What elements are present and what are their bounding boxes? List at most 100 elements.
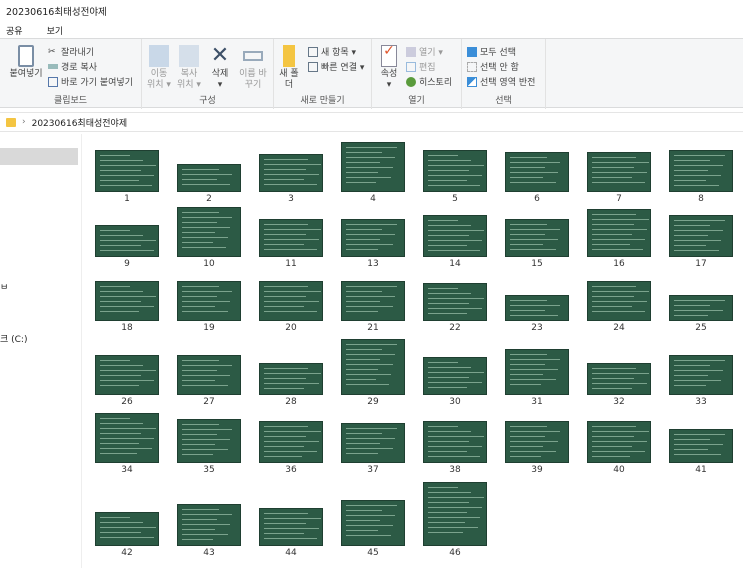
- image-thumbnail: [423, 283, 487, 321]
- image-thumbnail: [587, 363, 651, 395]
- clipboard-group: 붙여넣기 ✂ 잘라내기 경로 복사 바로 가기 붙여넣기 클립보드: [0, 39, 142, 109]
- image-thumbnail: [423, 421, 487, 463]
- move-to-button[interactable]: 이동 위치 ▾: [146, 45, 172, 91]
- breadcrumb-current[interactable]: 20230616최태성전야제: [32, 116, 128, 129]
- image-thumbnail: [177, 419, 241, 463]
- image-thumbnail: [669, 429, 733, 463]
- edit-icon: [406, 61, 416, 72]
- image-thumbnail: [95, 281, 159, 321]
- image-thumbnail: [505, 219, 569, 257]
- path-icon: [48, 64, 58, 69]
- nav-item-local-disk[interactable]: 크 (C:): [0, 332, 27, 345]
- file-name: 45: [367, 548, 379, 558]
- new-item-button[interactable]: 새 항목 ▾: [308, 45, 356, 58]
- image-thumbnail: [95, 225, 159, 257]
- file-name: 33: [695, 397, 707, 407]
- copy-to-button[interactable]: 복사 위치 ▾: [176, 45, 202, 91]
- image-thumbnail: [341, 423, 405, 463]
- image-thumbnail: [587, 209, 651, 257]
- image-thumbnail: [341, 500, 405, 546]
- image-thumbnail: [505, 152, 569, 192]
- tab-share[interactable]: 공유: [6, 24, 23, 37]
- image-thumbnail: [341, 142, 405, 192]
- file-name: 15: [531, 259, 543, 269]
- file-name: 32: [613, 397, 625, 407]
- folder-icon: [283, 45, 295, 67]
- image-thumbnail: [177, 504, 241, 546]
- delete-x-icon: ✕: [210, 43, 230, 68]
- file-name: 8: [698, 194, 704, 204]
- image-thumbnail: [341, 219, 405, 257]
- rename-button[interactable]: 이름 바꾸기: [238, 45, 268, 91]
- file-name: 34: [121, 465, 133, 475]
- delete-button[interactable]: ✕ 삭제 ▾: [208, 45, 232, 91]
- easy-access-icon: [308, 61, 318, 72]
- address-bar[interactable]: › 20230616최태성전야제: [0, 112, 743, 132]
- open-button[interactable]: 열기 ▾: [406, 45, 443, 58]
- history-button[interactable]: 히스토리: [406, 75, 452, 88]
- paste-shortcut-button[interactable]: 바로 가기 붙여넣기: [48, 75, 133, 88]
- image-thumbnail: [95, 355, 159, 395]
- scissors-icon: ✂: [48, 46, 56, 57]
- new-item-icon: [308, 46, 318, 57]
- file-name: 39: [531, 465, 543, 475]
- easy-access-button[interactable]: 빠른 연결 ▾: [308, 60, 364, 73]
- image-thumbnail: [259, 154, 323, 192]
- file-name: 16: [613, 259, 625, 269]
- invert-selection-button[interactable]: 선택 영역 반전: [467, 75, 535, 88]
- folder-icon: [6, 117, 16, 127]
- image-thumbnail: [423, 215, 487, 257]
- image-thumbnail: [669, 295, 733, 321]
- image-thumbnail: [505, 295, 569, 321]
- file-name: 26: [121, 397, 133, 407]
- new-folder-button[interactable]: 새 폴더: [278, 45, 300, 91]
- file-name: 24: [613, 323, 625, 333]
- image-thumbnail: [669, 355, 733, 395]
- image-thumbnail: [505, 421, 569, 463]
- image-thumbnail: [95, 150, 159, 192]
- file-name: 22: [449, 323, 461, 333]
- image-thumbnail: [505, 349, 569, 395]
- tab-view[interactable]: 보기: [47, 24, 64, 37]
- image-thumbnail: [177, 281, 241, 321]
- image-thumbnail: [587, 152, 651, 192]
- file-name: 10: [203, 259, 215, 269]
- breadcrumb-separator: ›: [22, 117, 26, 127]
- select-all-icon: [467, 46, 477, 57]
- file-name: 36: [285, 465, 297, 475]
- file-name: 23: [531, 323, 543, 333]
- file-name: 40: [613, 465, 625, 475]
- file-name: 19: [203, 323, 215, 333]
- nav-item[interactable]: ㅂ: [0, 280, 8, 293]
- navigation-pane: ㅂ 크 (C:): [0, 134, 82, 568]
- file-name: 42: [121, 548, 133, 558]
- select-all-button[interactable]: 모두 선택: [467, 45, 516, 58]
- image-thumbnail: [341, 339, 405, 395]
- paste-button[interactable]: 붙여넣기: [8, 45, 44, 80]
- image-thumbnail: [177, 207, 241, 257]
- image-thumbnail: [177, 164, 241, 192]
- properties-button[interactable]: ✓ 속성 ▾: [378, 44, 400, 91]
- clipboard-icon: [18, 45, 34, 67]
- cut-button[interactable]: ✂ 잘라내기: [48, 45, 94, 59]
- file-name: 18: [121, 323, 133, 333]
- file-name: 31: [531, 397, 543, 407]
- image-thumbnail: [95, 413, 159, 463]
- selected-nav-item[interactable]: [0, 148, 78, 165]
- select-none-button[interactable]: 선택 안 함: [467, 60, 519, 73]
- edit-button[interactable]: 편집: [406, 60, 436, 73]
- image-thumbnail: [423, 150, 487, 192]
- history-icon: [406, 76, 416, 87]
- file-name: 43: [203, 548, 215, 558]
- file-name: 2: [206, 194, 212, 204]
- file-name: 11: [285, 259, 297, 269]
- image-thumbnail: [259, 219, 323, 257]
- image-thumbnail: [587, 421, 651, 463]
- file-name: 30: [449, 397, 461, 407]
- copy-path-button[interactable]: 경로 복사: [48, 60, 97, 73]
- file-name: 6: [534, 194, 540, 204]
- file-name: 21: [367, 323, 379, 333]
- shortcut-icon: [48, 76, 58, 87]
- file-name: 13: [367, 259, 379, 269]
- file-name: 4: [370, 194, 376, 204]
